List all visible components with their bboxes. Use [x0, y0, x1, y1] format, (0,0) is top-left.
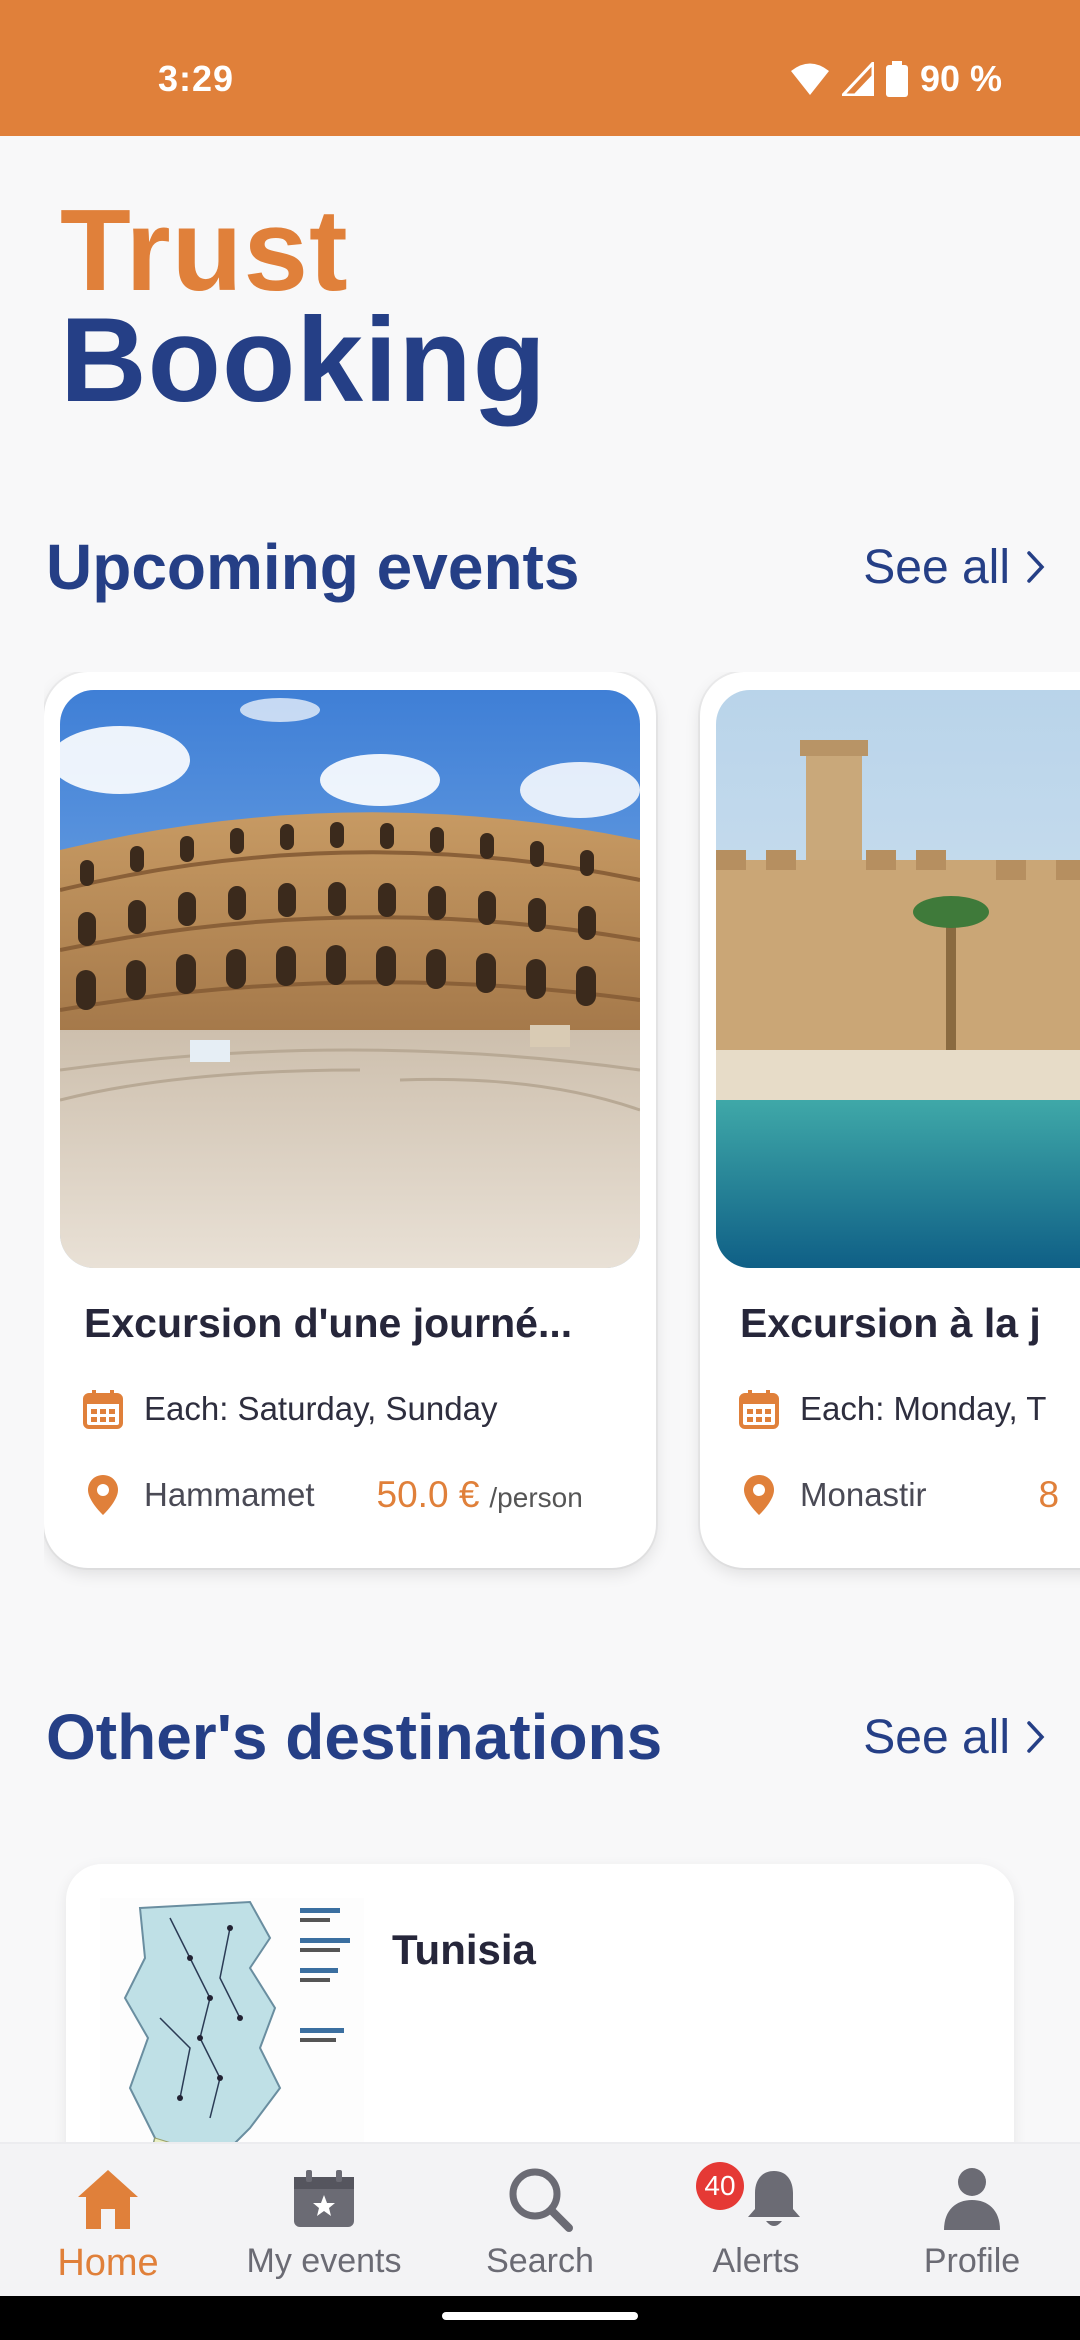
event-price-amount: 50.0 €: [376, 1474, 480, 1515]
event-location-price: Hammamet 50.0 € /person: [80, 1472, 660, 1518]
nav-profile[interactable]: Profile: [864, 2144, 1080, 2298]
destinations-title: Other's destinations: [46, 1701, 663, 1773]
system-gesture-bar: [0, 2296, 1080, 2340]
destinations-header: Other's destinations See all: [46, 1700, 1046, 1774]
event-price-amount: 8: [1038, 1474, 1060, 1515]
event-schedule: Each: Monday, T: [736, 1386, 1046, 1432]
status-indicators: 90 %: [790, 58, 1002, 100]
event-location: Monastir: [800, 1476, 927, 1513]
calendar-icon: [80, 1386, 126, 1432]
event-location: Hammamet: [144, 1476, 315, 1513]
bottom-navigation: Home My events Search 40 Alerts Profile: [0, 2142, 1080, 2296]
chevron-right-icon: [1026, 1720, 1046, 1754]
alerts-count-badge: 40: [696, 2162, 744, 2210]
event-schedule-text: Each: Saturday, Sunday: [144, 1390, 498, 1427]
event-price: 50.0 € /person: [377, 1474, 583, 1516]
nav-home-label: Home: [57, 2242, 159, 2284]
nav-alerts-label: Alerts: [712, 2242, 800, 2280]
status-bar: 3:29 90 %: [0, 0, 1080, 136]
nav-my-events-label: My events: [246, 2242, 402, 2280]
event-image-colosseum: [60, 690, 640, 1268]
upcoming-events-title: Upcoming events: [46, 531, 580, 603]
see-all-label: See all: [863, 540, 1010, 594]
person-icon: [942, 2162, 1002, 2236]
location-pin-icon: [736, 1472, 782, 1518]
calendar-star-icon: [292, 2162, 356, 2236]
home-icon: [75, 2162, 141, 2236]
nav-home[interactable]: Home: [0, 2144, 216, 2298]
see-all-label: See all: [863, 1710, 1010, 1764]
event-card[interactable]: Excursion d'une journé... Each: Saturday…: [44, 672, 656, 1568]
destinations-see-all-link[interactable]: See all: [863, 1710, 1046, 1765]
event-price: 8: [1039, 1474, 1060, 1516]
brand-trust: Trust: [60, 185, 349, 315]
location-pin-icon: [80, 1472, 126, 1518]
brand-booking: Booking: [60, 293, 547, 427]
nav-alerts[interactable]: 40 Alerts: [648, 2144, 864, 2298]
chevron-right-icon: [1026, 550, 1046, 584]
event-title: Excursion d'une journé...: [84, 1300, 573, 1346]
event-card[interactable]: Excursion à la j Each: Monday, T Monasti…: [700, 672, 1080, 1568]
nav-profile-label: Profile: [923, 2242, 1021, 2280]
event-location-price: Monastir 8: [736, 1472, 1080, 1518]
event-image-ribat: [716, 690, 1080, 1268]
nav-search[interactable]: Search: [432, 2144, 648, 2298]
battery-percent: 90 %: [919, 58, 1002, 99]
signal-icon: [841, 62, 874, 96]
event-title: Excursion à la j: [740, 1300, 1041, 1346]
app-logo: Trust Booking: [60, 192, 547, 420]
nav-my-events[interactable]: My events: [216, 2144, 432, 2298]
upcoming-events-carousel[interactable]: Excursion d'une journé... Each: Saturday…: [44, 672, 1080, 1592]
search-icon: [507, 2162, 573, 2236]
upcoming-see-all-link[interactable]: See all: [863, 540, 1046, 595]
home-gesture-handle[interactable]: [442, 2312, 638, 2320]
calendar-icon: [736, 1386, 782, 1432]
event-schedule-text: Each: Monday, T: [800, 1390, 1047, 1427]
event-schedule: Each: Saturday, Sunday: [80, 1386, 497, 1432]
destination-name: Tunisia: [392, 1926, 536, 1973]
bell-icon: 40: [696, 2162, 816, 2236]
battery-icon: [885, 61, 908, 97]
upcoming-events-header: Upcoming events See all: [46, 530, 1046, 604]
status-time: 3:29: [158, 58, 235, 99]
nav-search-label: Search: [486, 2242, 594, 2280]
wifi-icon: [790, 62, 830, 96]
event-price-unit: /person: [489, 1482, 583, 1513]
